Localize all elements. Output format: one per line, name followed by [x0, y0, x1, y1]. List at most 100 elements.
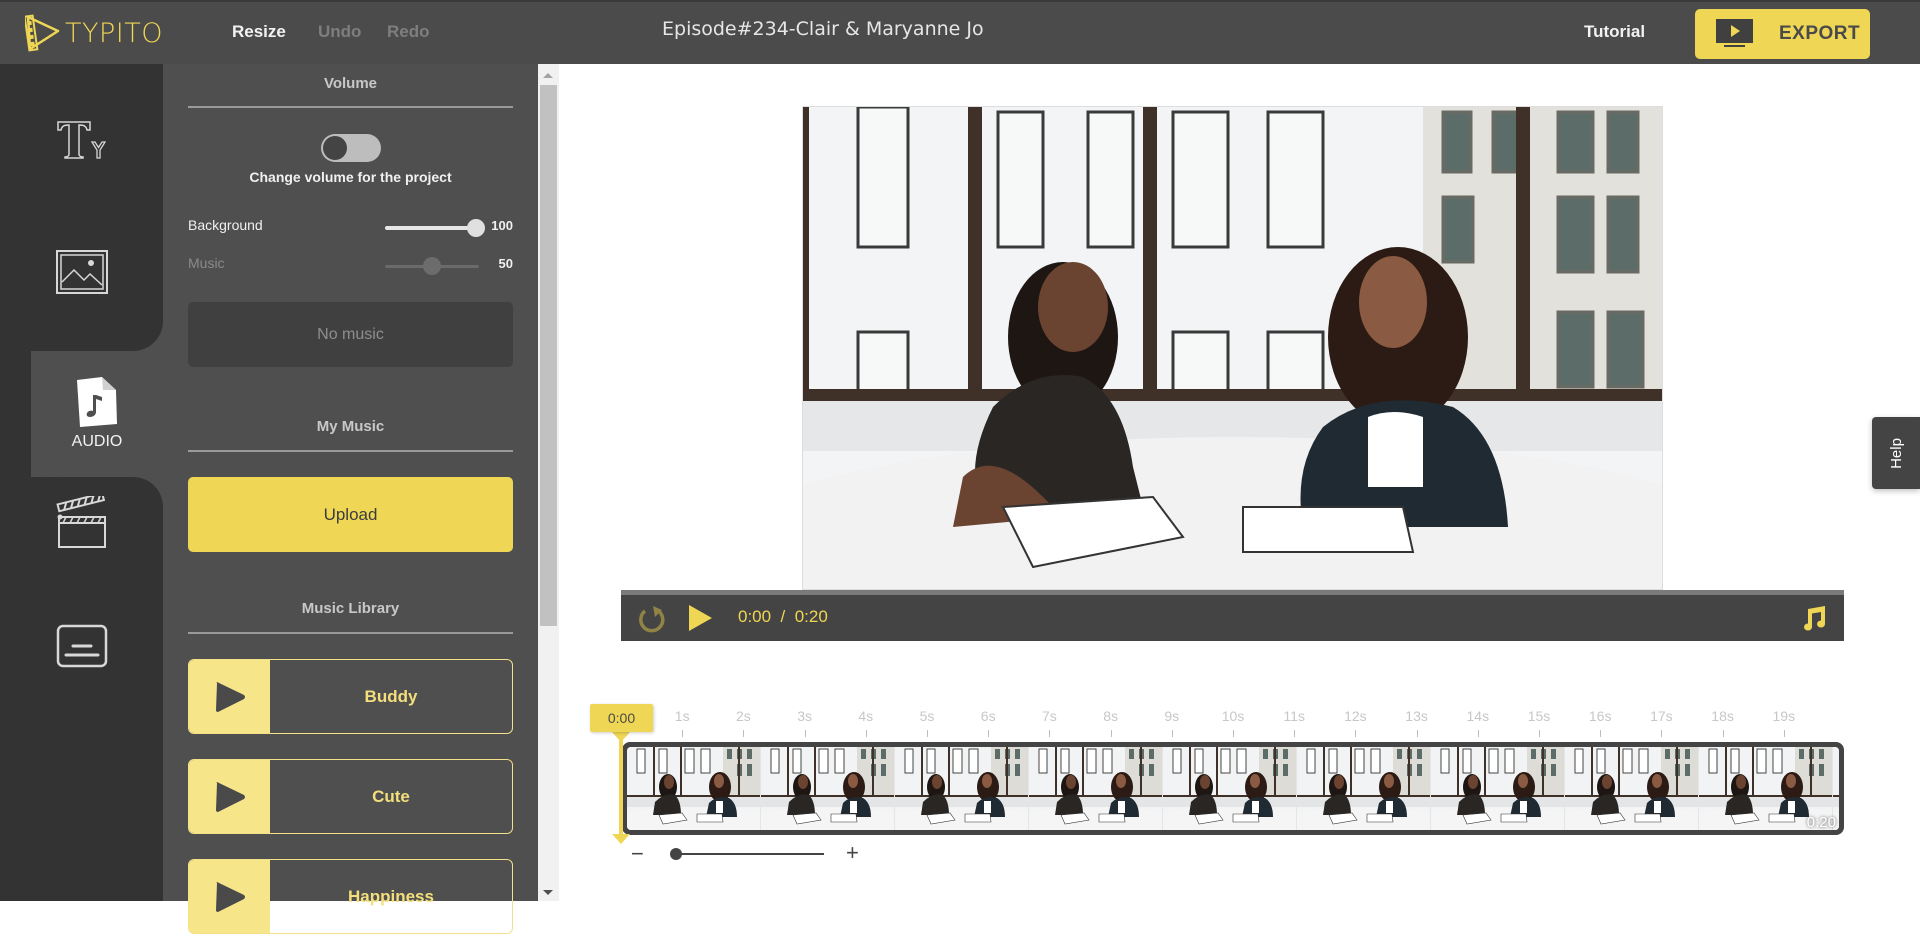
- music-library-divider: [188, 632, 513, 634]
- filmstrip-frame: [1029, 747, 1163, 830]
- undo-button[interactable]: Undo: [318, 22, 361, 42]
- scroll-thumb[interactable]: [540, 85, 557, 626]
- playhead-time-badge[interactable]: 0:00: [590, 704, 653, 732]
- tick-mark: [1233, 730, 1234, 737]
- subtitles-icon: [56, 624, 107, 668]
- music-volume-knob[interactable]: [423, 257, 441, 275]
- tick-label: 6s: [980, 708, 996, 724]
- tick-label: 3s: [797, 708, 812, 724]
- toggle-knob: [323, 136, 347, 160]
- filmstrip-frame: [895, 747, 1029, 830]
- tick-mark: [1783, 730, 1785, 737]
- music-volume-value: 50: [498, 256, 513, 271]
- filmstrip-frame: [627, 747, 761, 830]
- volume-section-title: Volume: [323, 75, 378, 92]
- project-title[interactable]: Episode#234-Clair & Maryanne Jo: [662, 18, 984, 40]
- tick-label: 12s: [1344, 708, 1367, 724]
- volume-divider: [188, 106, 513, 108]
- tick-mark: [1661, 730, 1663, 737]
- track-play-button[interactable]: [189, 860, 270, 933]
- timeline-zoom-out-button[interactable]: −: [631, 843, 644, 865]
- top-header: TYPITO Resize Undo Redo Episode#234-Clai…: [0, 0, 1920, 64]
- tick-mark: [743, 730, 745, 737]
- rail-label-audio: AUDIO: [71, 433, 123, 450]
- tick-label: 14s: [1466, 708, 1490, 724]
- tick-mark: [1171, 730, 1173, 737]
- filmstrip-frame: [1163, 747, 1297, 830]
- background-volume-track[interactable]: [385, 226, 479, 230]
- help-tab[interactable]: Help: [1872, 417, 1920, 489]
- tick-mark: [1600, 730, 1602, 737]
- rail-item-scenes[interactable]: [0, 496, 163, 550]
- scroll-up-arrow-icon[interactable]: [543, 73, 553, 78]
- tick-label: 1s: [674, 708, 690, 724]
- tick-mark: [1416, 730, 1418, 737]
- tick-label: 2s: [735, 708, 751, 724]
- tick-label: 18s: [1711, 708, 1734, 724]
- scroll-down-arrow-icon[interactable]: [543, 890, 553, 895]
- panel-scrollbar[interactable]: [538, 64, 559, 901]
- film-play-logo-icon: [25, 14, 60, 52]
- tick-mark: [682, 730, 684, 737]
- tick-mark: [1539, 730, 1540, 737]
- typito-logo[interactable]: TYPITO: [25, 14, 163, 52]
- library-track[interactable]: Happiness: [188, 859, 513, 934]
- export-button[interactable]: EXPORT: [1695, 9, 1870, 59]
- track-play-button[interactable]: [189, 660, 270, 733]
- tick-mark: [1294, 730, 1296, 737]
- tick-label: 8s: [1103, 708, 1118, 724]
- filmstrip-frame: [1297, 747, 1431, 830]
- tick-mark: [1355, 730, 1357, 737]
- timeline-zoom-track[interactable]: [676, 853, 824, 855]
- timeline-zoom-in-button[interactable]: +: [846, 842, 859, 864]
- tick-label: 7s: [1041, 708, 1057, 724]
- library-track[interactable]: Buddy: [188, 659, 513, 734]
- track-name: Buddy: [364, 686, 418, 706]
- filmstrip-frames: [627, 747, 1839, 830]
- track-name: Happiness: [348, 886, 434, 906]
- rail-item-subtitles[interactable]: [0, 624, 163, 668]
- tick-label: 17s: [1650, 708, 1673, 724]
- rail-item-text[interactable]: [0, 120, 163, 160]
- playback-time: 0:00 / 0:20: [738, 607, 828, 626]
- redo-button[interactable]: Redo: [387, 22, 430, 42]
- text-icon: [56, 121, 106, 159]
- music-note-icon[interactable]: [1800, 605, 1826, 631]
- track-play-button[interactable]: [189, 760, 270, 833]
- tutorial-link[interactable]: Tutorial: [1584, 22, 1645, 42]
- logo-text: TYPITO: [65, 17, 163, 49]
- filmstrip-frame: [761, 747, 895, 830]
- playhead-line[interactable]: [619, 740, 623, 836]
- rail-item-image[interactable]: [0, 250, 163, 294]
- music-volume-label: Music: [188, 255, 225, 271]
- timeline-zoom-knob[interactable]: [670, 848, 682, 860]
- tick-mark: [927, 730, 928, 737]
- filmstrip-frame: [1431, 747, 1565, 830]
- library-track[interactable]: Cute: [188, 759, 513, 834]
- replay-icon[interactable]: [638, 605, 666, 633]
- project-volume-toggle[interactable]: [321, 134, 381, 162]
- tick-label: 15s: [1527, 708, 1551, 724]
- tick-label: 5s: [919, 708, 935, 724]
- playhead-bottom-arrow-icon: [612, 834, 630, 844]
- tick-mark: [865, 730, 867, 737]
- player-controls: 0:00 / 0:20: [621, 590, 1844, 641]
- play-icon: [215, 781, 245, 812]
- upload-button[interactable]: Upload: [188, 477, 513, 552]
- filmstrip-frame: [1565, 747, 1699, 830]
- monitor-play-icon: [1716, 19, 1753, 47]
- help-label: Help: [1887, 437, 1905, 469]
- rail-item-audio[interactable]: AUDIO: [31, 352, 163, 476]
- track-name: Cute: [372, 786, 410, 806]
- clapperboard-icon: [55, 496, 106, 548]
- play-icon[interactable]: [688, 605, 712, 631]
- video-preview[interactable]: [802, 106, 1663, 590]
- resize-button[interactable]: Resize: [232, 22, 286, 42]
- toggle-caption: Change volume for the project: [249, 169, 452, 185]
- playhead-notch-icon: [612, 732, 630, 742]
- timeline-filmstrip[interactable]: 0:20: [622, 742, 1844, 835]
- tick-mark: [1477, 730, 1479, 737]
- tick-label: 16s: [1588, 708, 1612, 724]
- tick-mark: [1110, 730, 1112, 737]
- my-music-section-title: My Music: [316, 418, 385, 435]
